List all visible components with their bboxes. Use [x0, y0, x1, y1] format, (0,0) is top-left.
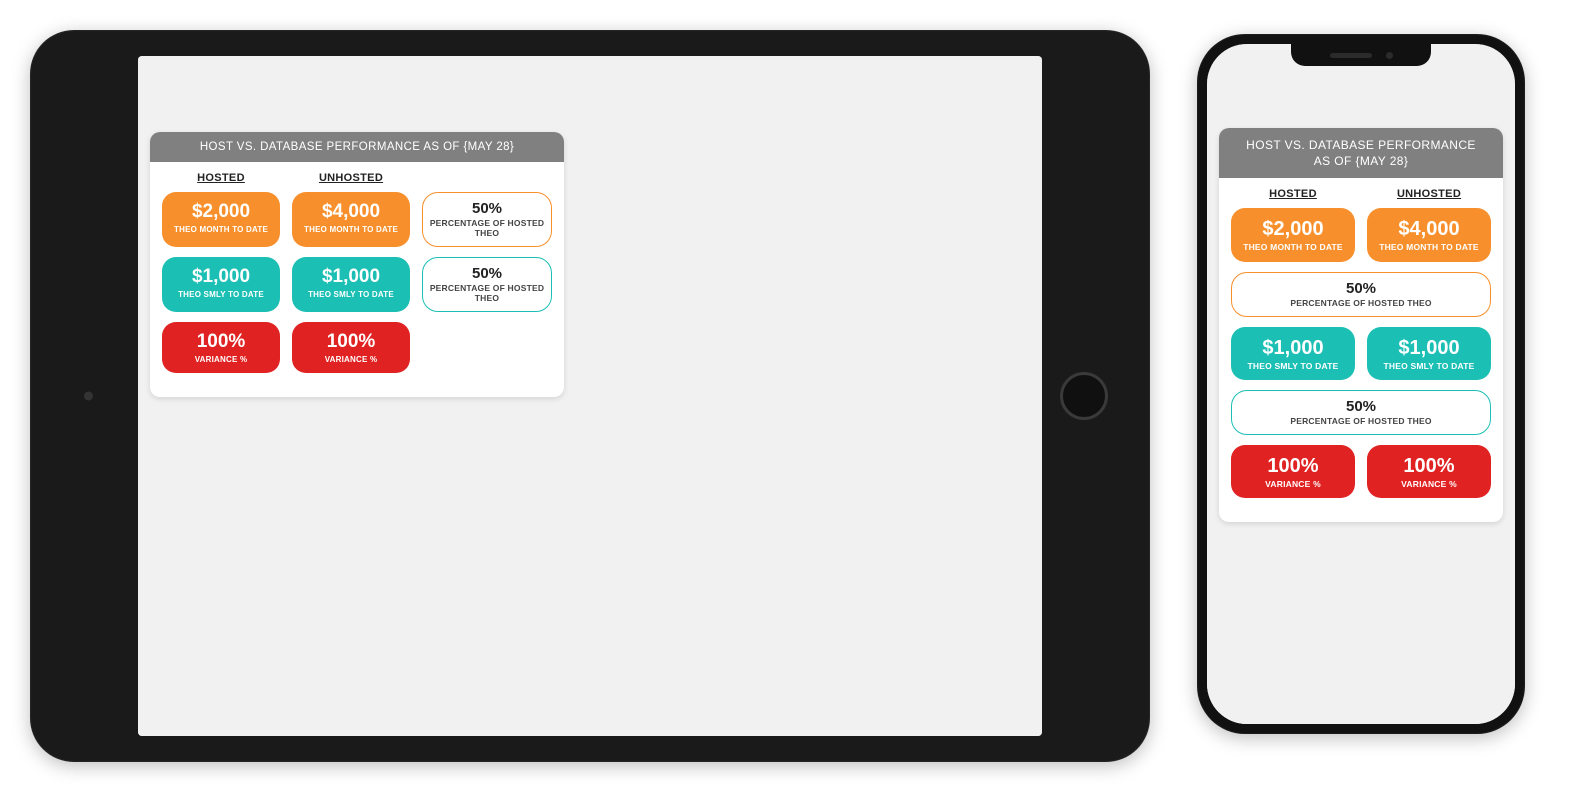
unhosted-month-metric: $4,000 THEO MONTH TO DATE: [292, 192, 410, 247]
hosted-month-metric: $2,000 THEO MONTH TO DATE: [1231, 208, 1355, 261]
smly-percentage: 50% PERCENTAGE OF HOSTED THEO: [1231, 390, 1491, 435]
metric-value: 100%: [168, 332, 274, 353]
iphone-device-frame: Carrier 100% {Name}'s Da: [1197, 34, 1525, 734]
content-area: HOST VS. DATABASE PERFORMANCE AS OF {MAY…: [138, 56, 1042, 736]
metric-value: $2,000: [168, 202, 274, 223]
card-title-line1: HOST VS. DATABASE PERFORMANCE: [1246, 138, 1476, 152]
metric-sub: THEO SMLY TO DATE: [1237, 361, 1349, 371]
ipad-device-frame: 12:22: [30, 30, 1150, 762]
metric-sub: THEO SMLY TO DATE: [168, 290, 274, 300]
metric-value: $1,000: [298, 267, 404, 288]
front-camera-icon: [1386, 52, 1393, 59]
metric-sub: THEO MONTH TO DATE: [168, 225, 274, 235]
pct-sub: PERCENTAGE OF HOSTED THEO: [429, 283, 545, 303]
ipad-camera-dot: [84, 392, 93, 401]
pct-sub: PERCENTAGE OF HOSTED THEO: [1238, 416, 1484, 426]
column-labels: HOSTED UNHOSTED: [162, 172, 552, 184]
card-body: HOSTED UNHOSTED $2,000 THEO MONTH TO DAT…: [150, 162, 564, 397]
row-month: $2,000 THEO MONTH TO DATE $4,000 THEO MO…: [162, 192, 552, 247]
hosted-label: HOSTED: [162, 172, 280, 184]
metric-sub: THEO MONTH TO DATE: [1237, 242, 1349, 252]
metric-sub: THEO SMLY TO DATE: [298, 290, 404, 300]
metric-sub: VARIANCE %: [1373, 479, 1485, 489]
pct-value: 50%: [429, 200, 545, 217]
content-area: HOST VS. DATABASE PERFORMANCE AS OF {MAY…: [1207, 44, 1515, 724]
row-variance: 100% VARIANCE % 100% VARIANCE %: [162, 322, 552, 373]
card-title: HOST VS. DATABASE PERFORMANCE AS OF {MAY…: [150, 132, 564, 162]
metric-value: 100%: [1237, 455, 1349, 477]
unhosted-smly-metric: $1,000 THEO SMLY TO DATE: [292, 257, 410, 312]
unhosted-label: UNHOSTED: [1367, 188, 1491, 200]
pct-sub: PERCENTAGE OF HOSTED THEO: [1238, 298, 1484, 308]
row-smly: $1,000 THEO SMLY TO DATE $1,000 THEO SML…: [1231, 327, 1491, 380]
unhosted-variance-metric: 100% VARIANCE %: [1367, 445, 1491, 498]
month-percentage: 50% PERCENTAGE OF HOSTED THEO: [422, 192, 552, 247]
metric-sub: VARIANCE %: [1237, 479, 1349, 489]
row-month: $2,000 THEO MONTH TO DATE $4,000 THEO MO…: [1231, 208, 1491, 261]
metric-sub: THEO MONTH TO DATE: [1373, 242, 1485, 252]
metric-sub: VARIANCE %: [298, 355, 404, 365]
iphone-screen: Carrier 100% {Name}'s Da: [1207, 44, 1515, 724]
month-percentage: 50% PERCENTAGE OF HOSTED THEO: [1231, 272, 1491, 317]
metric-value: $2,000: [1237, 218, 1349, 240]
unhosted-label: UNHOSTED: [292, 172, 410, 184]
row-smly: $1,000 THEO SMLY TO DATE $1,000 THEO SML…: [162, 257, 552, 312]
metric-value: $4,000: [298, 202, 404, 223]
hosted-smly-metric: $1,000 THEO SMLY TO DATE: [162, 257, 280, 312]
metric-value: $4,000: [1373, 218, 1485, 240]
speaker-icon: [1330, 53, 1372, 58]
card-title: HOST VS. DATABASE PERFORMANCE AS OF {MAY…: [1219, 128, 1503, 178]
performance-card: HOST VS. DATABASE PERFORMANCE AS OF {MAY…: [1219, 128, 1503, 522]
hosted-variance-metric: 100% VARIANCE %: [1231, 445, 1355, 498]
metric-value: $1,000: [1373, 337, 1485, 359]
metric-sub: THEO SMLY TO DATE: [1373, 361, 1485, 371]
unhosted-smly-metric: $1,000 THEO SMLY TO DATE: [1367, 327, 1491, 380]
metric-value: $1,000: [1237, 337, 1349, 359]
pct-sub: PERCENTAGE OF HOSTED THEO: [429, 218, 545, 238]
metric-value: $1,000: [168, 267, 274, 288]
pct-value: 50%: [1238, 280, 1484, 297]
hosted-smly-metric: $1,000 THEO SMLY TO DATE: [1231, 327, 1355, 380]
card-title-line2: AS OF {MAY 28}: [1314, 154, 1409, 168]
hosted-label: HOSTED: [1231, 188, 1355, 200]
ipad-home-button[interactable]: [1060, 372, 1108, 420]
metric-sub: THEO MONTH TO DATE: [298, 225, 404, 235]
unhosted-month-metric: $4,000 THEO MONTH TO DATE: [1367, 208, 1491, 261]
unhosted-variance-metric: 100% VARIANCE %: [292, 322, 410, 373]
row-variance: 100% VARIANCE % 100% VARIANCE %: [1231, 445, 1491, 498]
card-body: HOSTED UNHOSTED $2,000 THEO MONTH TO DAT…: [1219, 178, 1503, 522]
pct-value: 50%: [1238, 398, 1484, 415]
hosted-variance-metric: 100% VARIANCE %: [162, 322, 280, 373]
metric-value: 100%: [298, 332, 404, 353]
hosted-month-metric: $2,000 THEO MONTH TO DATE: [162, 192, 280, 247]
ipad-screen: 12:22: [138, 56, 1042, 736]
smly-percentage: 50% PERCENTAGE OF HOSTED THEO: [422, 257, 552, 312]
pct-value: 50%: [429, 265, 545, 282]
metric-value: 100%: [1373, 455, 1485, 477]
metric-sub: VARIANCE %: [168, 355, 274, 365]
iphone-notch: [1291, 44, 1431, 66]
column-labels: HOSTED UNHOSTED: [1231, 188, 1491, 200]
performance-card: HOST VS. DATABASE PERFORMANCE AS OF {MAY…: [150, 132, 564, 397]
